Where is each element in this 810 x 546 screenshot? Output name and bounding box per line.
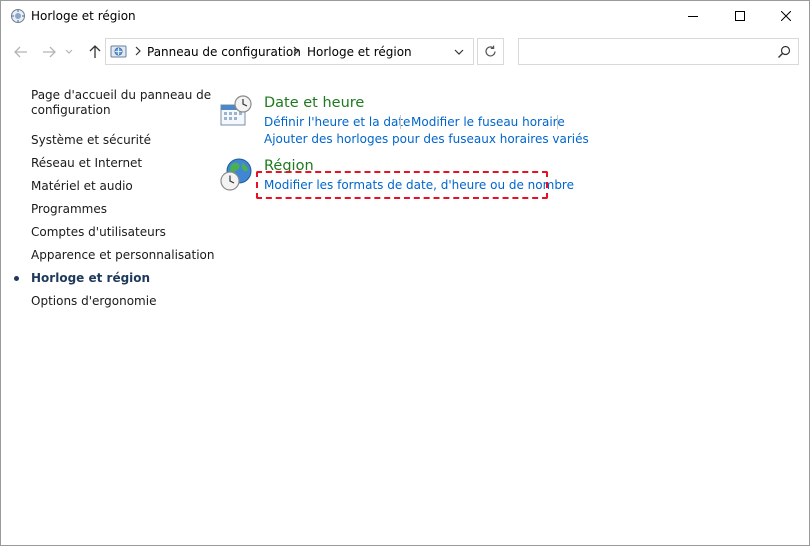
category-date-time-title[interactable]: Date et heure [264, 95, 364, 111]
sidebar-item-system-security[interactable]: Système et sécurité [31, 133, 151, 148]
control-panel-icon [110, 45, 127, 58]
breadcrumb-clock-region[interactable]: Horloge et région [307, 45, 412, 59]
control-panel-window: Horloge et région Panneau de configurati… [0, 0, 810, 546]
sidebar-home-link-line1[interactable]: Page d'accueil du panneau de [31, 88, 211, 103]
globe-clock-icon [220, 158, 252, 191]
link-separator [557, 115, 558, 129]
up-button[interactable] [85, 42, 105, 62]
back-button[interactable] [11, 42, 31, 62]
link-set-date-time[interactable]: Définir l'heure et la date [264, 115, 410, 129]
close-icon [781, 11, 791, 21]
sidebar-home-link-line2[interactable]: configuration [31, 103, 111, 118]
title-bar: Horloge et région [1, 1, 809, 32]
recent-locations-dropdown[interactable] [63, 42, 75, 62]
arrow-right-icon [43, 46, 56, 58]
chevron-right-icon [293, 46, 299, 56]
highlight-box [256, 171, 548, 199]
address-history-dropdown[interactable] [450, 44, 468, 60]
current-item-bullet [14, 276, 19, 281]
link-separator [400, 115, 401, 129]
address-bar[interactable]: Panneau de configuration Horloge et régi… [105, 38, 474, 65]
sidebar-item-programs[interactable]: Programmes [31, 202, 107, 217]
sidebar-item-clock-region[interactable]: Horloge et région [31, 271, 150, 286]
forward-button[interactable] [39, 42, 59, 62]
sidebar-item-appearance[interactable]: Apparence et personnalisation [31, 248, 215, 263]
search-icon [778, 45, 791, 58]
arrow-left-icon [14, 46, 27, 58]
close-button[interactable] [763, 1, 809, 31]
link-add-clocks[interactable]: Ajouter des horloges pour des fuseaux ho… [264, 132, 589, 146]
sidebar-item-hardware-sound[interactable]: Matériel et audio [31, 179, 133, 194]
minimize-icon [688, 16, 698, 17]
window-title: Horloge et région [31, 9, 136, 23]
sidebar-item-user-accounts[interactable]: Comptes d'utilisateurs [31, 225, 166, 240]
clock-calendar-icon [220, 95, 252, 126]
sidebar-item-network-internet[interactable]: Réseau et Internet [31, 156, 142, 171]
refresh-icon [485, 45, 496, 57]
arrow-up-icon [89, 45, 101, 58]
chevron-right-icon [135, 46, 141, 56]
link-change-time-zone[interactable]: Modifier le fuseau horaire [411, 115, 565, 129]
search-input[interactable] [518, 38, 799, 65]
minimize-button[interactable] [670, 1, 716, 31]
sidebar-item-ease-of-access[interactable]: Options d'ergonomie [31, 294, 156, 309]
maximize-icon [735, 11, 745, 21]
chevron-down-icon [65, 49, 73, 54]
control-panel-app-icon [11, 9, 25, 23]
maximize-button[interactable] [717, 1, 763, 31]
refresh-button[interactable] [477, 38, 504, 65]
breadcrumb-control-panel[interactable]: Panneau de configuration [147, 45, 301, 59]
chevron-down-icon [454, 49, 464, 55]
